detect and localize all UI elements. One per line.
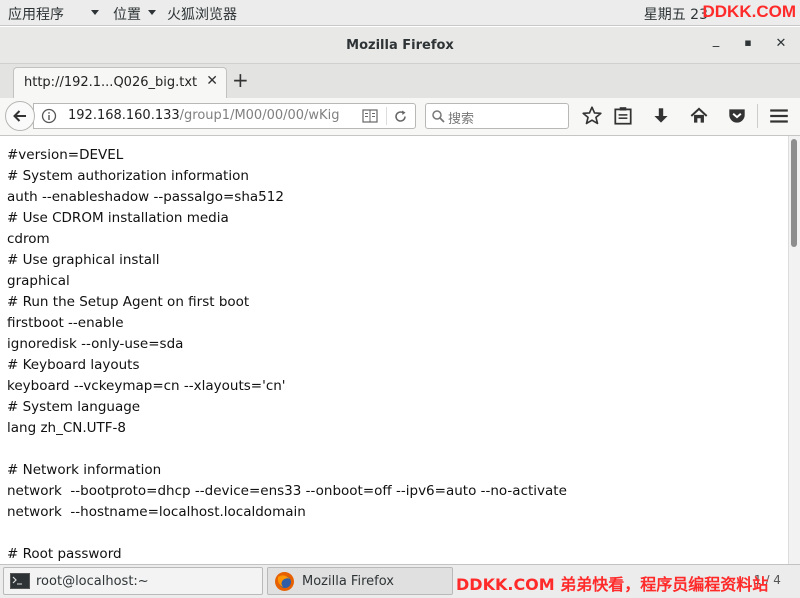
url-bar[interactable]: 192.168.160.133/group1/M00/00/00/wKig bbox=[33, 103, 416, 129]
tab-label: http://192.1...Q026_big.txt bbox=[24, 75, 198, 90]
text-line: # System language bbox=[7, 399, 141, 415]
search-input[interactable]: 搜索 bbox=[425, 103, 569, 129]
window-titlebar[interactable]: Mozilla Firefox _ ▪ ✕ bbox=[0, 27, 800, 64]
tab-bar: http://192.1...Q026_big.txt ✕ + bbox=[0, 64, 800, 98]
text-line bbox=[7, 523, 788, 544]
text-line: # Use graphical install bbox=[7, 252, 160, 268]
watermark: DDKK.COM bbox=[702, 2, 797, 21]
text-line: keyboard --vckeymap=cn --xlayouts='cn' bbox=[7, 378, 286, 394]
text-line: firstboot --enable bbox=[7, 315, 124, 331]
new-tab-button[interactable]: + bbox=[232, 68, 249, 92]
task-terminal[interactable]: root@localhost:~ bbox=[3, 567, 263, 595]
back-button[interactable] bbox=[5, 101, 35, 131]
taskbar: root@localhost:~ Mozilla Firefox 1 / 4 D… bbox=[0, 564, 800, 598]
text-line: # Run the Setup Agent on first boot bbox=[7, 294, 250, 310]
reading-list-icon[interactable] bbox=[612, 105, 634, 127]
chevron-down-icon bbox=[91, 10, 99, 15]
watermark-footer: DDKK.COM 弟弟快看，程序员编程资料站 bbox=[456, 575, 769, 594]
toolbar-divider bbox=[757, 104, 758, 128]
navigation-toolbar: 192.168.160.133/group1/M00/00/00/wKig 搜索 bbox=[0, 98, 800, 136]
download-icon[interactable] bbox=[650, 105, 672, 127]
search-placeholder: 搜索 bbox=[448, 112, 475, 127]
scrollbar-thumb[interactable] bbox=[791, 139, 797, 247]
firefox-app-menu[interactable]: 火狐浏览器 bbox=[167, 4, 237, 24]
text-line: graphical bbox=[7, 273, 70, 289]
reader-view-icon[interactable] bbox=[362, 109, 378, 123]
text-line: network --bootproto=dhcp --device=ens33 … bbox=[7, 483, 567, 499]
close-button[interactable]: ✕ bbox=[771, 36, 791, 54]
terminal-icon bbox=[10, 573, 30, 589]
task-firefox[interactable]: Mozilla Firefox bbox=[267, 567, 453, 595]
tab-close-icon[interactable]: ✕ bbox=[206, 73, 218, 89]
text-line: # Keyboard layouts bbox=[7, 357, 140, 373]
text-line: cdrom bbox=[7, 231, 50, 247]
url-text[interactable]: 192.168.160.133/group1/M00/00/00/wKig bbox=[68, 108, 339, 123]
search-icon bbox=[432, 110, 445, 123]
gnome-top-bar: 应用程序 位置 火狐浏览器 星期五 23 DDKK.COM bbox=[0, 0, 800, 26]
hamburger-menu-icon[interactable] bbox=[768, 105, 790, 127]
chevron-down-icon bbox=[148, 10, 156, 15]
places-menu[interactable]: 位置 bbox=[113, 4, 141, 24]
pocket-icon[interactable] bbox=[726, 105, 748, 127]
text-line: network --hostname=localhost.localdomain bbox=[7, 504, 306, 520]
info-icon[interactable] bbox=[41, 108, 57, 124]
text-line: # Root password bbox=[7, 546, 122, 562]
clock[interactable]: 星期五 23 bbox=[644, 4, 708, 24]
task-firefox-label: Mozilla Firefox bbox=[302, 574, 394, 589]
text-line bbox=[7, 439, 788, 460]
home-icon[interactable] bbox=[688, 105, 710, 127]
tab-active[interactable]: http://192.1...Q026_big.txt ✕ bbox=[13, 67, 227, 98]
applications-menu[interactable]: 应用程序 bbox=[8, 4, 64, 24]
minimize-button[interactable]: _ bbox=[706, 33, 726, 51]
url-divider bbox=[386, 107, 387, 125]
firefox-icon bbox=[275, 572, 294, 591]
text-line: ignoredisk --only-use=sda bbox=[7, 336, 184, 352]
text-line: # Network information bbox=[7, 462, 162, 478]
reload-icon[interactable] bbox=[393, 109, 408, 124]
bookmark-star-icon[interactable] bbox=[581, 105, 603, 127]
window-title: Mozilla Firefox bbox=[346, 38, 454, 53]
task-terminal-label: root@localhost:~ bbox=[36, 574, 149, 589]
text-line: # System authorization information bbox=[7, 168, 249, 184]
maximize-button[interactable]: ▪ bbox=[738, 36, 758, 54]
text-line: auth --enableshadow --passalgo=sha512 bbox=[7, 189, 284, 205]
vertical-scrollbar[interactable] bbox=[788, 136, 800, 564]
text-line: #version=DEVEL bbox=[7, 147, 124, 163]
text-line: # Use CDROM installation media bbox=[7, 210, 229, 226]
text-line: lang zh_CN.UTF-8 bbox=[7, 420, 127, 436]
text-document: #version=DEVEL # System authorization inf… bbox=[0, 136, 788, 564]
back-arrow-icon bbox=[13, 110, 26, 122]
page-content[interactable]: #version=DEVEL # System authorization inf… bbox=[0, 136, 788, 564]
